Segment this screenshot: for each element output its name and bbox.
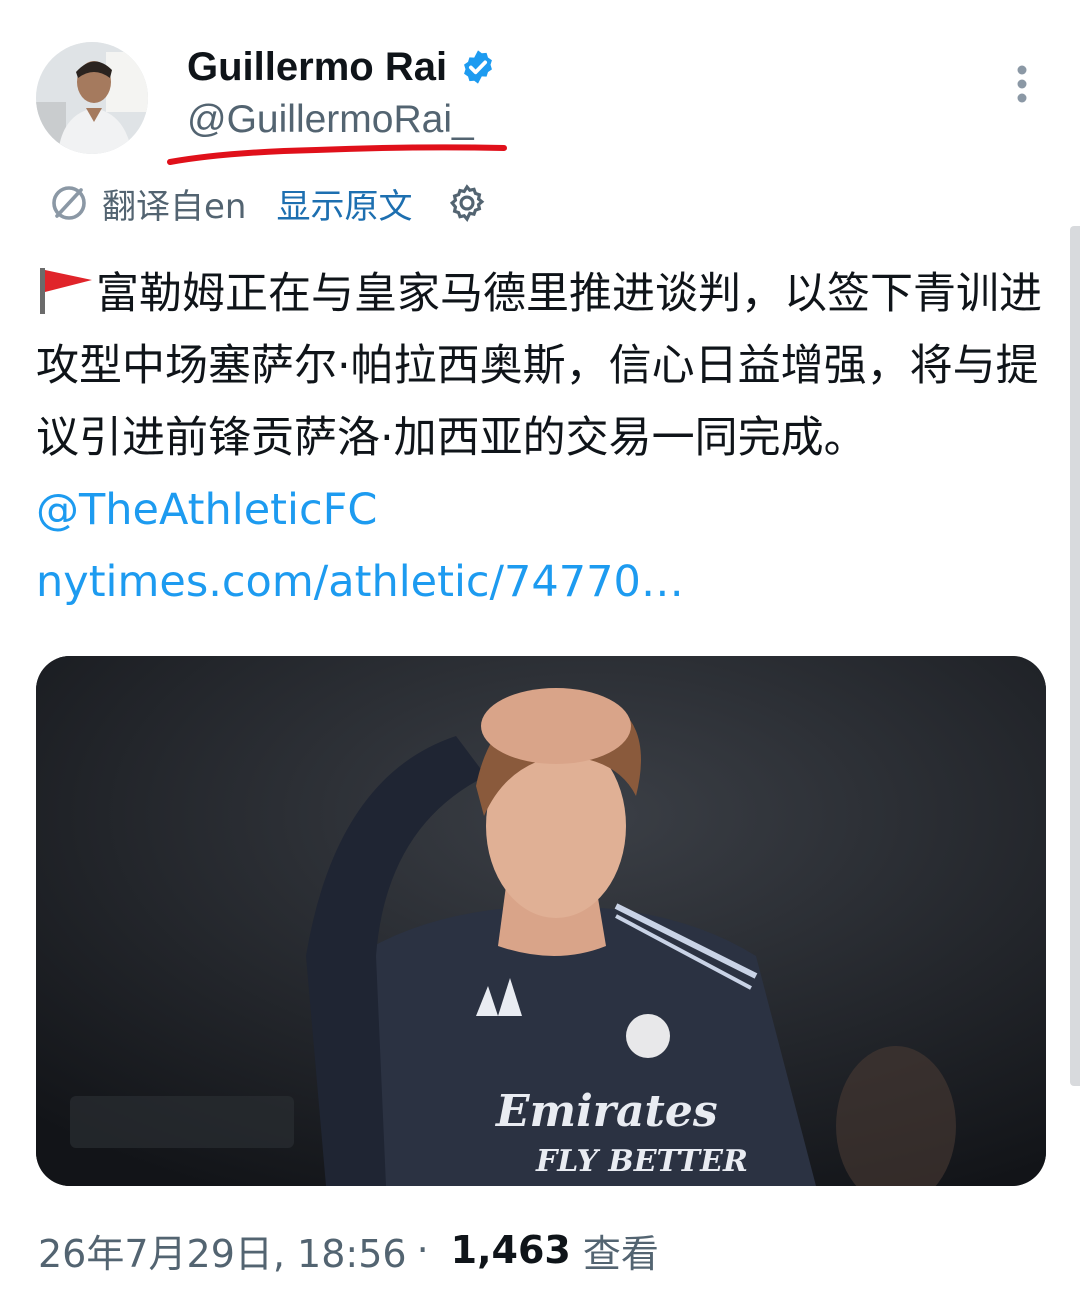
verified-badge-icon [464,50,492,84]
player-photo: Emirates FLY BETTER [36,656,1046,1186]
tweet-body: 富勒姆正在与皇家马德里推进谈判，以签下青训进攻型中场塞萨尔·帕拉西奥斯，信心日益… [36,269,1042,463]
tweet-meta: 26年7月29日, 18:56 · 1,463 查看 [38,1222,659,1278]
gear-icon[interactable] [446,182,488,224]
translated-from-label: 翻译自en [102,186,247,227]
author-name-row[interactable]: Guillermo Rai [187,42,497,92]
show-original-link[interactable]: 显示原文 [276,179,412,228]
view-count: 1,463 [450,1228,571,1272]
red-underline-annotation [167,144,507,165]
translate-icon [52,186,86,220]
view-count-label: 查看 [582,1231,659,1276]
scrollbar[interactable] [1070,226,1080,1086]
tweet-timestamp[interactable]: 26年7月29日, 18:56 [38,1223,407,1278]
tweet-media-image[interactable]: Emirates FLY BETTER [36,656,1046,1186]
avatar[interactable] [36,42,148,154]
tweet-text: 富勒姆正在与皇家马德里推进谈判，以签下青训进攻型中场塞萨尔·帕拉西奥斯，信心日益… [36,258,1046,618]
jersey-sponsor-line2: FLY BETTER [535,1144,748,1179]
meta-separator: · [416,1228,429,1272]
author-display-name[interactable]: Guillermo Rai [187,45,447,90]
translation-bar: 翻译自en 显示原文 [48,178,488,228]
article-link[interactable]: nytimes.com/athletic/74770… [36,557,684,607]
avatar-image [36,42,148,154]
jersey-sponsor-text: Emirates [494,1086,718,1137]
mention-link[interactable]: @TheAthleticFC [36,485,377,535]
more-options-icon[interactable] [1005,62,1039,106]
author-handle[interactable]: @GuillermoRai_ [187,98,474,142]
red-flag-icon [40,268,92,314]
